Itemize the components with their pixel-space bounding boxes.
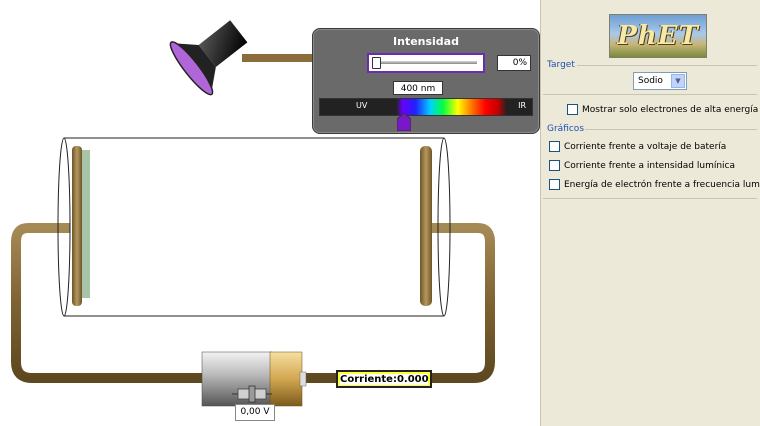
- wavelength-marker-icon[interactable]: [397, 113, 411, 131]
- target-plate: [72, 146, 82, 306]
- intensity-title: Intensidad: [393, 35, 459, 48]
- intensity-track: [373, 61, 477, 64]
- graph-checkbox-energy-frequency[interactable]: [549, 179, 560, 190]
- intensity-control: Intensidad 0% 400 nm UV IR: [312, 28, 540, 134]
- simulation-area: Intensidad 0% 400 nm UV IR Corriente:0.0…: [0, 0, 540, 426]
- uv-label: UV: [356, 101, 368, 110]
- high-energy-option[interactable]: Mostrar solo electrones de alta energía: [567, 104, 758, 115]
- graph-label-current-voltage: Corriente frente a voltaje de batería: [564, 141, 727, 152]
- target-group-divider: [577, 65, 757, 66]
- target-select-value: Sodio: [638, 76, 663, 86]
- graph-checkbox-current-intensity[interactable]: [549, 160, 560, 171]
- target-coating: [82, 150, 90, 298]
- target-group-title: Target: [547, 60, 575, 70]
- wire-left: [11, 223, 206, 383]
- battery-voltage-field[interactable]: 0,00 V: [235, 404, 275, 421]
- graph-option-current-voltage[interactable]: Corriente frente a voltaje de batería: [549, 141, 726, 152]
- graph-option-current-intensity[interactable]: Corriente frente a intensidad lumínica: [549, 160, 735, 171]
- graph-checkbox-current-voltage[interactable]: [549, 141, 560, 152]
- graphs-group-bottom: [543, 198, 757, 199]
- current-display: Corriente:0.000: [336, 370, 432, 388]
- control-panel: PhET Target Sodio ▼ Mostrar solo electro…: [540, 0, 760, 426]
- vacuum-tube: [57, 137, 451, 317]
- chevron-down-icon[interactable]: ▼: [671, 74, 685, 88]
- lamp-icon: [169, 20, 248, 96]
- high-energy-label: Mostrar solo electrones de alta energía: [582, 104, 759, 115]
- logo-text: PhET: [617, 21, 699, 51]
- target-group-bottom: [543, 94, 757, 95]
- graph-option-energy-frequency[interactable]: Energía de electrón frente a frecuencia …: [549, 179, 760, 190]
- target-select[interactable]: Sodio ▼: [633, 72, 687, 90]
- phet-logo[interactable]: PhET: [609, 14, 707, 58]
- high-energy-checkbox[interactable]: [567, 104, 578, 115]
- ir-label: IR: [518, 101, 526, 110]
- current-value: Corriente:0.000: [340, 374, 429, 385]
- graphs-group-title: Gráficos: [547, 124, 585, 134]
- wavelength-field[interactable]: 400 nm: [393, 81, 443, 95]
- wavelength-spectrum-slider[interactable]: UV IR: [319, 98, 533, 116]
- graph-label-current-intensity: Corriente frente a intensidad lumínica: [564, 160, 736, 171]
- battery: [201, 351, 307, 407]
- graphs-group-divider: [585, 129, 757, 130]
- collector-plate: [420, 146, 432, 306]
- intensity-thumb[interactable]: [372, 57, 381, 69]
- wire-right: [300, 223, 495, 383]
- graph-label-energy-frequency: Energía de electrón frente a frecuencia …: [564, 179, 760, 190]
- intensity-value-field[interactable]: 0%: [497, 55, 531, 71]
- intensity-slider[interactable]: [367, 53, 485, 73]
